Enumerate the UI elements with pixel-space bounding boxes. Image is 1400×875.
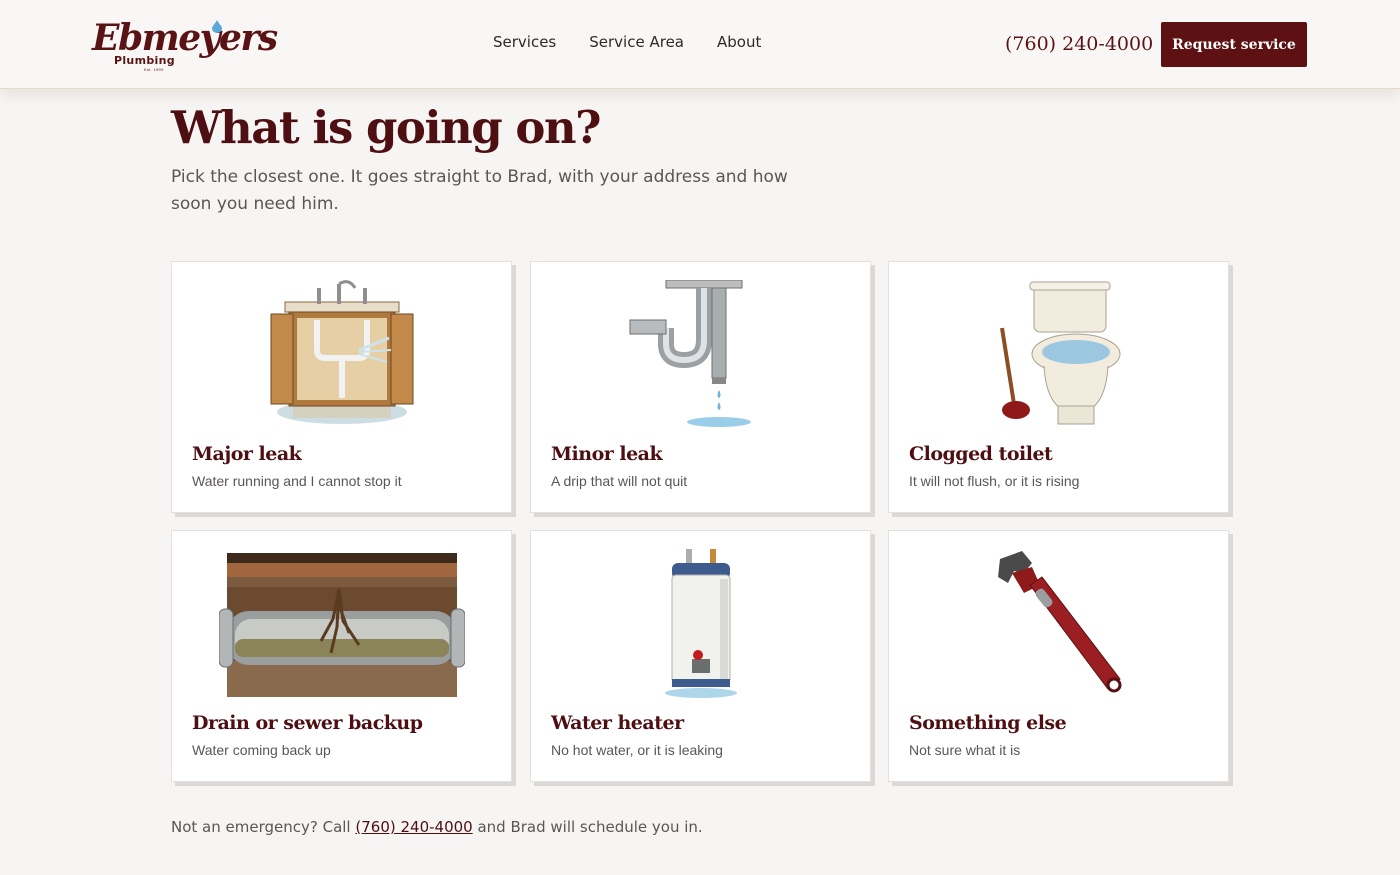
issue-card-water-heater[interactable]: Water heater No hot water, or it is leak…	[530, 530, 871, 782]
note-suffix: and Brad will schedule you in.	[472, 818, 703, 836]
dripping-pipe-icon	[531, 280, 870, 430]
sewer-pipe-roots-icon	[172, 549, 511, 699]
card-description: Water running and I cannot stop it	[192, 473, 402, 489]
issue-card-major-leak[interactable]: Major leak Water running and I cannot st…	[171, 261, 512, 513]
brand-subtitle: Plumbing	[114, 54, 175, 67]
card-title: Minor leak	[551, 443, 663, 465]
brand-established: Est. 1999	[144, 67, 164, 72]
card-description: Water coming back up	[192, 742, 331, 758]
note-phone-link[interactable]: (760) 240-4000	[355, 818, 472, 836]
main-nav: Services Service Area About	[493, 32, 794, 52]
card-title: Water heater	[551, 712, 684, 734]
note-prefix: Not an emergency? Call	[171, 818, 356, 836]
card-title: Drain or sewer backup	[192, 712, 423, 734]
card-title: Clogged toilet	[909, 443, 1053, 465]
pipe-wrench-icon	[889, 549, 1228, 699]
issue-card-drain-sewer[interactable]: Drain or sewer backup Water coming back …	[171, 530, 512, 782]
issue-card-something-else[interactable]: Something else Not sure what it is	[888, 530, 1229, 782]
card-description: It will not flush, or it is rising	[909, 473, 1080, 489]
non-emergency-note: Not an emergency? Call (760) 240-4000 an…	[171, 816, 703, 838]
brand-logo[interactable]: Ebmeyers Plumbing Est. 1999	[92, 16, 278, 72]
leaking-sink-cabinet-icon	[172, 280, 511, 430]
issue-card-minor-leak[interactable]: Minor leak A drip that will not quit	[530, 261, 871, 513]
request-service-button[interactable]: Request service	[1161, 22, 1307, 67]
page-subtitle: Pick the closest one. It goes straight t…	[171, 167, 788, 214]
card-title: Major leak	[192, 443, 302, 465]
card-description: A drip that will not quit	[551, 473, 688, 489]
toilet-plunger-icon	[889, 280, 1228, 430]
card-title: Something else	[909, 712, 1067, 734]
water-heater-icon	[531, 549, 870, 699]
nav-service-area[interactable]: Service Area	[589, 32, 684, 52]
header-phone-link[interactable]: (760) 240-4000	[1005, 31, 1153, 57]
water-drop-icon	[212, 20, 222, 33]
nav-about[interactable]: About	[717, 32, 761, 52]
issue-card-clogged-toilet[interactable]: Clogged toilet It will not flush, or it …	[888, 261, 1229, 513]
nav-services[interactable]: Services	[493, 32, 556, 52]
page-title: What is going on?	[171, 101, 601, 154]
site-header: Ebmeyers Plumbing Est. 1999 Services Ser…	[0, 0, 1400, 89]
card-description: Not sure what it is	[909, 742, 1021, 758]
card-description: No hot water, or it is leaking	[551, 742, 723, 758]
